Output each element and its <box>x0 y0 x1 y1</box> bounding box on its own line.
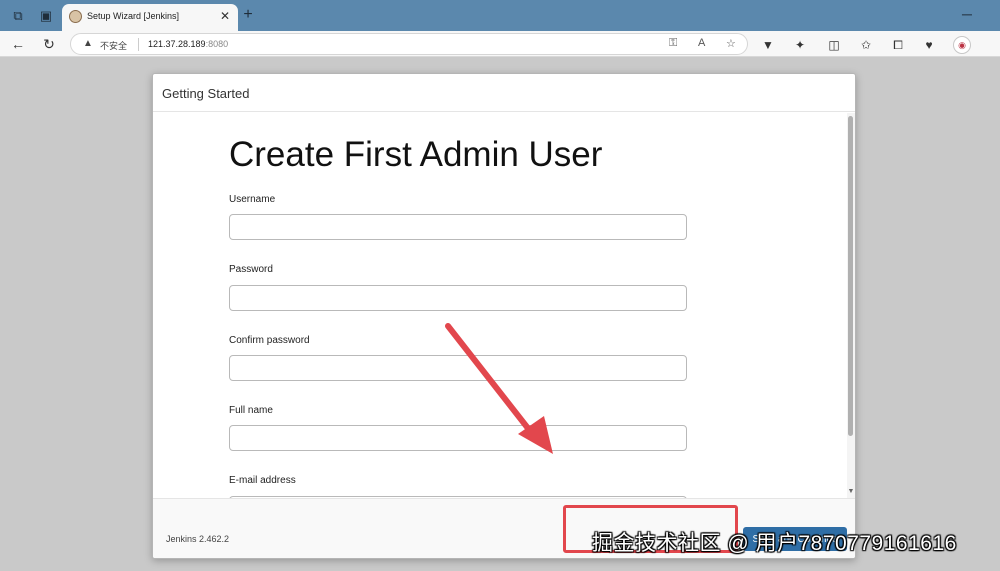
username-label: Username <box>229 194 276 205</box>
url-host: 121.37.28.189 <box>148 39 206 49</box>
tab-jenkins-setup[interactable]: Setup Wizard [Jenkins] ✕ <box>62 4 238 31</box>
browser-address-bar: ← ↻ ▲ 不安全 121.37.28.189:8080 ⚿ A ☆ ▼ ✦ ◫… <box>0 31 1000 57</box>
dialog-header: Getting Started <box>153 74 855 112</box>
puzzle-icon[interactable]: ✦ <box>792 37 808 53</box>
back-icon[interactable]: ← <box>9 35 27 53</box>
minimize-icon[interactable]: ─ <box>962 6 972 22</box>
collections-icon[interactable]: ⧠ <box>890 37 906 53</box>
tab-actions-icon[interactable]: ▣ <box>37 7 55 25</box>
tab-title: Setup Wizard [Jenkins] <box>87 11 180 21</box>
profile-icon[interactable]: ◉ <box>953 36 971 54</box>
dialog-scrollbar[interactable]: ▼ <box>847 113 855 498</box>
scroll-down-icon[interactable]: ▼ <box>847 488 855 495</box>
extension-icon[interactable]: ▼ <box>760 37 776 53</box>
workspaces-icon[interactable]: ⧉ <box>9 7 27 25</box>
read-aloud-icon[interactable]: A <box>698 37 705 49</box>
url-text[interactable]: 121.37.28.189:8080 <box>148 39 228 49</box>
not-secure-label[interactable]: 不安全 <box>100 39 127 52</box>
refresh-icon[interactable]: ↻ <box>40 35 58 53</box>
full-name-label: Full name <box>229 405 273 416</box>
scrollbar-thumb[interactable] <box>848 116 853 436</box>
close-icon[interactable]: ✕ <box>220 9 230 23</box>
split-screen-icon[interactable]: ◫ <box>826 37 842 53</box>
version-label: Jenkins 2.462.2 <box>166 534 230 544</box>
new-tab-button[interactable]: + <box>239 5 257 25</box>
browser-tab-bar: ⧉ ▣ Setup Wizard [Jenkins] ✕ + ─ <box>0 0 1000 31</box>
dialog-title: Getting Started <box>162 86 250 101</box>
email-label: E-mail address <box>229 475 296 486</box>
key-icon[interactable]: ⚿ <box>669 37 677 50</box>
warning-icon[interactable]: ▲ <box>83 38 93 49</box>
favorite-icon[interactable]: ☆ <box>726 37 736 50</box>
favorites-icon[interactable]: ✩ <box>858 37 874 53</box>
annotation-arrow-icon <box>445 323 553 454</box>
password-label: Password <box>229 264 273 275</box>
url-divider <box>138 38 139 51</box>
watermark: 掘金技术社区 @ 用户7870779161616 <box>592 532 957 555</box>
url-field[interactable]: ▲ 不安全 121.37.28.189:8080 ⚿ A ☆ <box>70 33 748 55</box>
url-port: :8080 <box>205 39 229 49</box>
page-title: Create First Admin User <box>229 135 603 174</box>
performance-icon[interactable]: ♥ <box>921 37 937 53</box>
password-input[interactable] <box>229 285 687 311</box>
confirm-password-label: Confirm password <box>229 335 310 346</box>
username-input[interactable] <box>229 214 687 240</box>
jenkins-favicon <box>69 10 82 23</box>
setup-wizard-dialog: Getting Started Create First Admin User … <box>152 73 856 559</box>
